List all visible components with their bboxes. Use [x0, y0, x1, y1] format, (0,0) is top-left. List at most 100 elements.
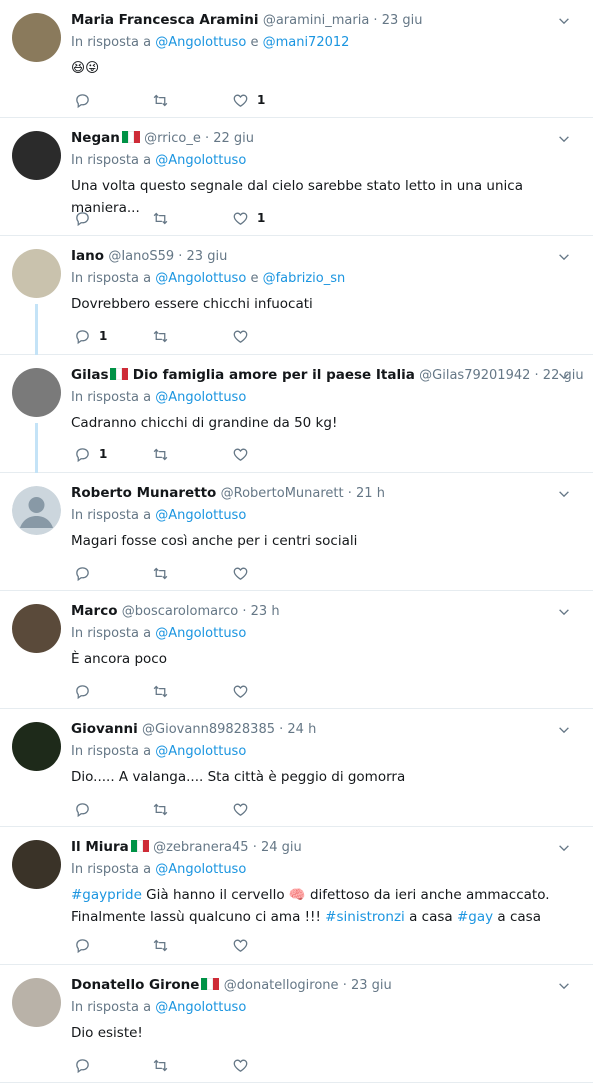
- mention-link[interactable]: @Angolottuso: [155, 35, 246, 50]
- avatar[interactable]: [12, 131, 61, 180]
- mention-link[interactable]: @Angolottuso: [155, 744, 246, 759]
- user-name[interactable]: Roberto Munaretto: [71, 485, 216, 501]
- user-handle[interactable]: @donatellogirone: [224, 978, 339, 993]
- retweet-button[interactable]: [152, 209, 169, 227]
- user-name[interactable]: Il Miura: [71, 839, 129, 855]
- timestamp[interactable]: 23 giu: [351, 978, 392, 993]
- avatar[interactable]: [12, 13, 61, 62]
- avatar[interactable]: [12, 604, 61, 653]
- reply-button[interactable]: 1: [74, 327, 107, 345]
- user-handle[interactable]: @rrico_e: [144, 131, 201, 146]
- hashtag-link[interactable]: #sinistronzi: [325, 909, 405, 925]
- user-name[interactable]: Gilas: [71, 367, 108, 383]
- like-button[interactable]: 1: [232, 91, 265, 109]
- reply-icon: [74, 565, 91, 582]
- user-name[interactable]: Negan: [71, 130, 120, 146]
- avatar[interactable]: [12, 840, 61, 889]
- retweet-button[interactable]: [152, 564, 169, 582]
- reply-button[interactable]: [74, 936, 99, 954]
- heart-icon: [232, 565, 249, 582]
- heart-icon: [232, 328, 249, 345]
- user-name-suffix[interactable]: Dio famiglia amore per il paese Italia: [133, 367, 415, 383]
- user-handle[interactable]: @RobertoMunarett: [221, 486, 344, 501]
- mention-link[interactable]: @Angolottuso: [155, 626, 246, 641]
- retweet-button[interactable]: [152, 936, 169, 954]
- heart-icon: [232, 92, 249, 109]
- user-name[interactable]: Donatello Girone: [71, 977, 199, 993]
- separator-dot: ·: [238, 604, 251, 619]
- like-button[interactable]: [232, 327, 257, 345]
- retweet-button[interactable]: [152, 800, 169, 818]
- separator-dot: ·: [275, 722, 288, 737]
- tweet-card[interactable]: Iano @IanoS59 · 23 giu In risposta a @Ang…: [0, 236, 593, 355]
- user-handle[interactable]: @aramini_maria: [263, 13, 369, 28]
- timestamp[interactable]: 21 h: [356, 486, 385, 501]
- retweet-button[interactable]: [152, 445, 169, 463]
- in-reply-to: In risposta a @Angolottuso: [71, 999, 246, 1017]
- retweet-button[interactable]: [152, 327, 169, 345]
- heart-icon: [232, 937, 249, 954]
- tweet-card[interactable]: Roberto Munaretto @RobertoMunarett · 21 …: [0, 473, 593, 591]
- avatar[interactable]: [12, 722, 61, 771]
- tweet-card[interactable]: Marco @boscarolomarco · 23 h In risposta …: [0, 591, 593, 709]
- mention-link[interactable]: @Angolottuso: [155, 1000, 246, 1015]
- tweet-text: Una volta questo segnale dal cielo sareb…: [71, 175, 569, 219]
- timestamp[interactable]: 22 giu: [213, 131, 254, 146]
- like-button[interactable]: [232, 564, 257, 582]
- in-reply-to: In risposta a @Angolottuso e @mani72012: [71, 34, 349, 52]
- hashtag-link[interactable]: #gay: [457, 909, 493, 925]
- user-handle[interactable]: @Gilas79201942: [419, 368, 530, 383]
- retweet-button[interactable]: [152, 91, 169, 109]
- user-name[interactable]: Giovanni: [71, 721, 138, 737]
- like-button[interactable]: [232, 800, 257, 818]
- in-reply-to: In risposta a @Angolottuso: [71, 389, 246, 407]
- tweet-card[interactable]: Maria Francesca Aramini @aramini_maria ·…: [0, 0, 593, 118]
- reply-button[interactable]: [74, 209, 99, 227]
- reply-button[interactable]: [74, 682, 99, 700]
- user-name[interactable]: Iano: [71, 248, 104, 264]
- user-name[interactable]: Maria Francesca Aramini: [71, 12, 259, 28]
- reply-button[interactable]: 1: [74, 445, 107, 463]
- timestamp[interactable]: 23 giu: [187, 249, 228, 264]
- like-button[interactable]: [232, 936, 257, 954]
- timestamp[interactable]: 23 h: [251, 604, 280, 619]
- mention-link[interactable]: @Angolottuso: [155, 508, 246, 523]
- timestamp[interactable]: 24 giu: [261, 840, 302, 855]
- reply-button[interactable]: [74, 564, 99, 582]
- tweet-card[interactable]: Giovanni @Giovann89828385 · 24 h In rispo…: [0, 709, 593, 827]
- tweet-card[interactable]: Il Miura @zebranera45 · 24 giu In rispost…: [0, 827, 593, 965]
- avatar[interactable]: [12, 368, 61, 417]
- timestamp[interactable]: 24 h: [287, 722, 316, 737]
- like-button[interactable]: [232, 1056, 257, 1074]
- user-handle[interactable]: @IanoS59: [108, 249, 174, 264]
- user-handle[interactable]: @Giovann89828385: [142, 722, 275, 737]
- mention-link[interactable]: @fabrizio_sn: [263, 271, 346, 286]
- tweet-card[interactable]: Negan @rrico_e · 22 giu In risposta a @An…: [0, 118, 593, 236]
- user-handle[interactable]: @boscarolomarco: [122, 604, 238, 619]
- avatar[interactable]: [12, 249, 61, 298]
- tweet-card[interactable]: Gilas Dio famiglia amore per il paese It…: [0, 355, 593, 473]
- tweet-card[interactable]: Donatello Girone @donatellogirone · 23 g…: [0, 965, 593, 1083]
- mention-link[interactable]: @Angolottuso: [155, 390, 246, 405]
- retweet-button[interactable]: [152, 682, 169, 700]
- avatar[interactable]: [12, 486, 61, 535]
- mention-link[interactable]: @Angolottuso: [155, 153, 246, 168]
- reply-button[interactable]: [74, 91, 99, 109]
- separator-dot: ·: [369, 13, 382, 28]
- mention-link[interactable]: @Angolottuso: [155, 862, 246, 877]
- like-button[interactable]: [232, 445, 257, 463]
- like-button[interactable]: 1: [232, 209, 265, 227]
- hashtag-link[interactable]: #gaypride: [71, 887, 142, 903]
- mention-link[interactable]: @Angolottuso: [155, 271, 246, 286]
- user-name[interactable]: Marco: [71, 603, 117, 619]
- retweet-icon: [152, 565, 169, 582]
- retweet-button[interactable]: [152, 1056, 169, 1074]
- mention-link[interactable]: @mani72012: [263, 35, 350, 50]
- timestamp[interactable]: 23 giu: [382, 13, 423, 28]
- user-handle[interactable]: @zebranera45: [153, 840, 248, 855]
- avatar[interactable]: [12, 978, 61, 1027]
- reply-button[interactable]: [74, 1056, 99, 1074]
- conjunction: e: [250, 271, 259, 286]
- like-button[interactable]: [232, 682, 257, 700]
- reply-button[interactable]: [74, 800, 99, 818]
